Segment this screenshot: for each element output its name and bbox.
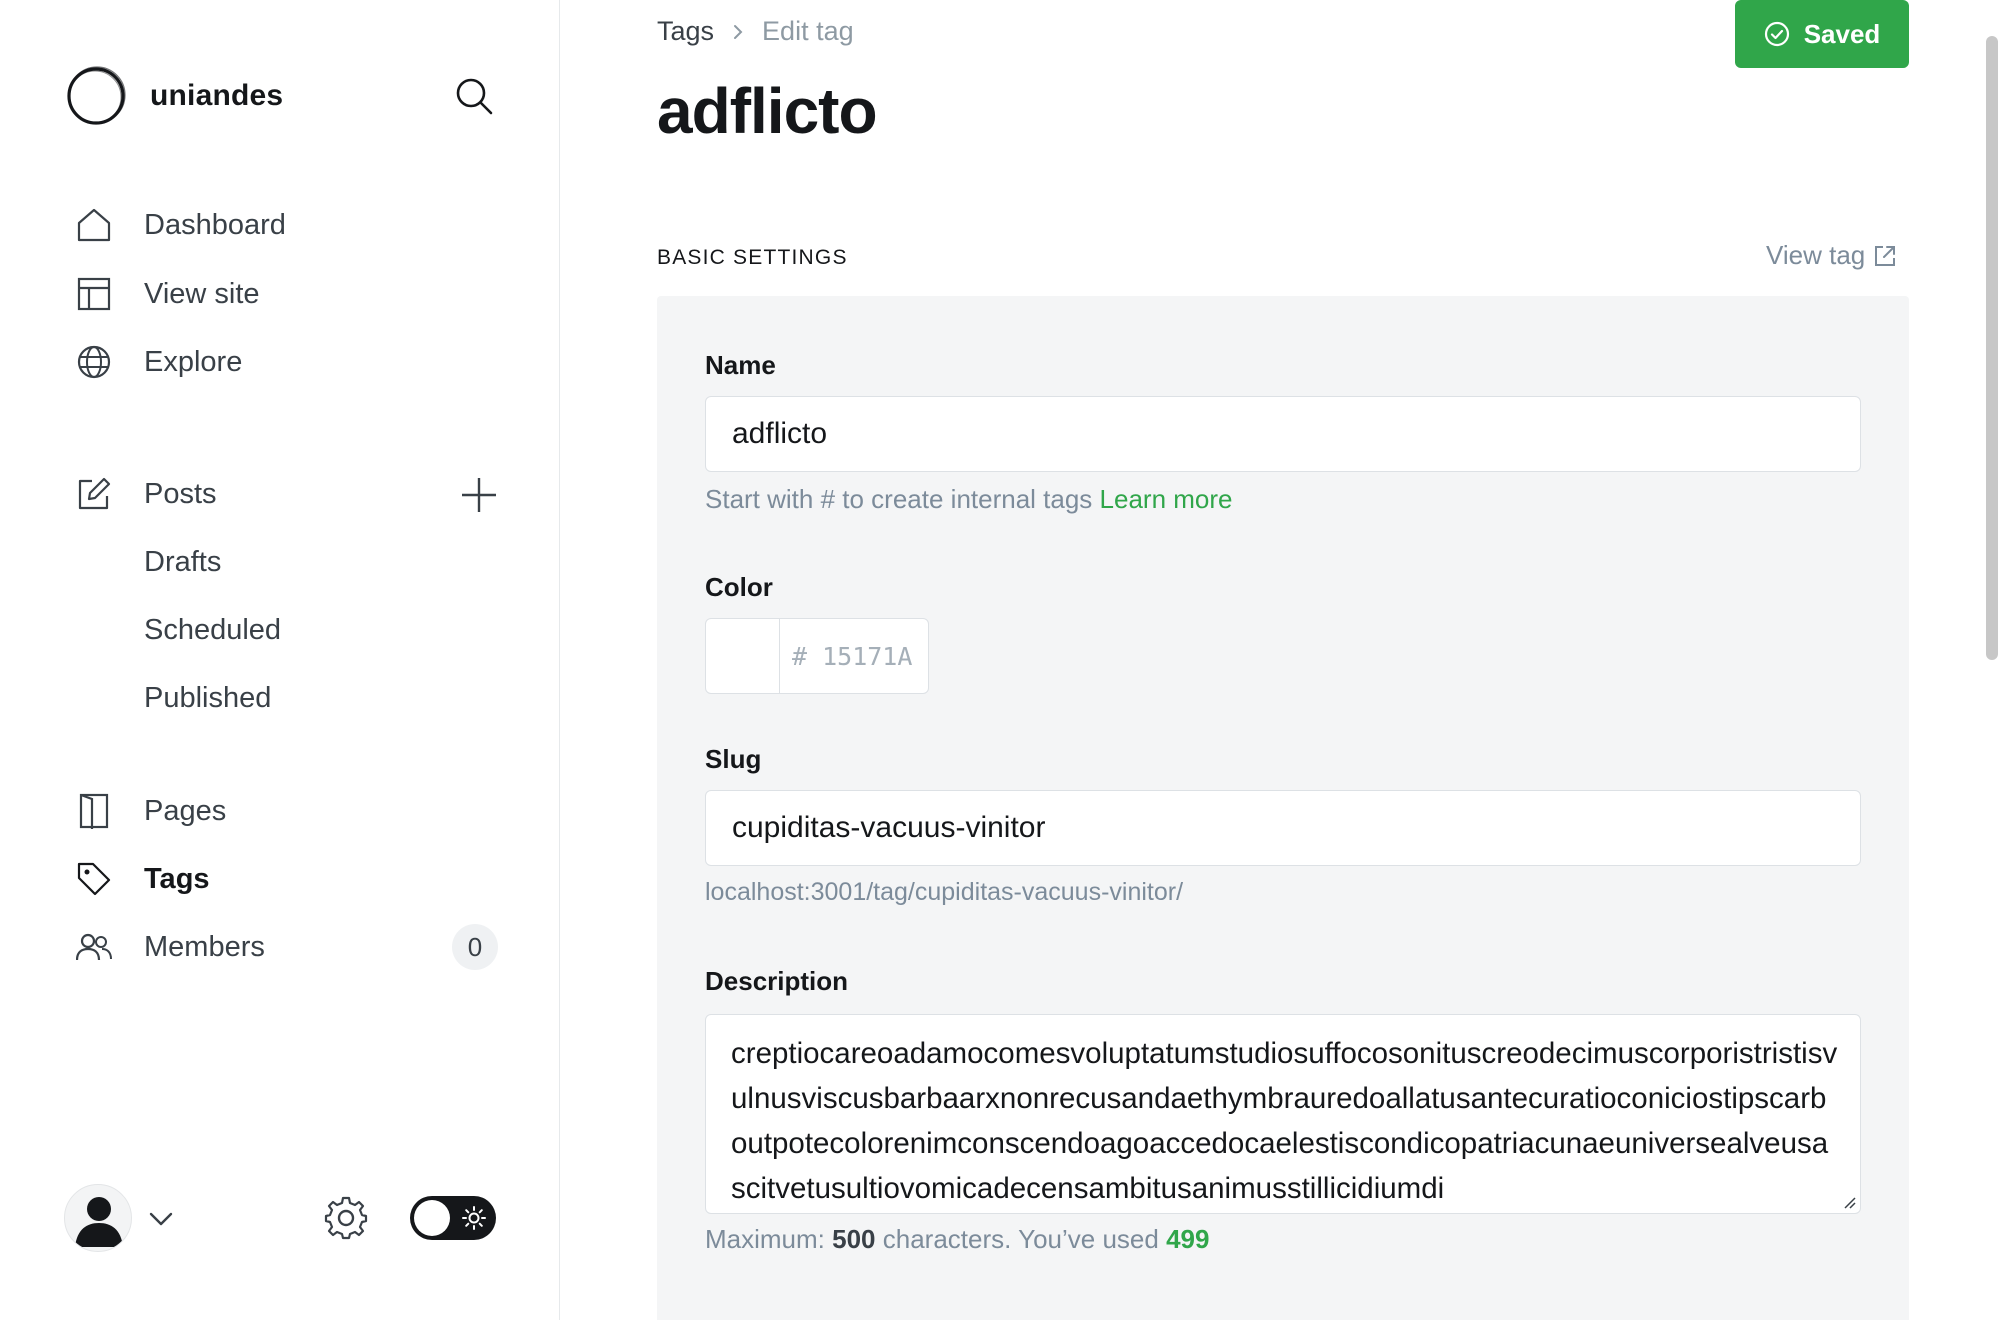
desc-hint-mid: characters. You’ve used	[882, 1224, 1159, 1254]
search-button[interactable]	[450, 72, 498, 120]
view-tag-label: View tag	[1766, 240, 1866, 270]
breadcrumb-tags-link[interactable]: Tags	[657, 16, 714, 47]
nav-label: Dashboard	[144, 208, 286, 241]
section-title: BASIC SETTINGS	[657, 246, 848, 269]
globe-icon	[72, 340, 116, 384]
nav-label: Posts	[144, 477, 217, 510]
resize-handle-icon[interactable]	[1840, 1193, 1856, 1209]
nav-explore[interactable]: Explore	[72, 336, 242, 388]
user-icon	[75, 1197, 123, 1247]
chevron-right-icon	[734, 24, 743, 39]
gear-icon[interactable]	[322, 1194, 370, 1242]
chevron-down-icon[interactable]	[146, 1204, 176, 1234]
page-icon	[72, 789, 116, 833]
theme-toggle[interactable]	[410, 1196, 496, 1240]
slug-input[interactable]: cupiditas-vacuus-vinitor	[705, 790, 1861, 866]
plus-icon	[462, 478, 496, 512]
slug-label: Slug	[705, 744, 762, 774]
color-label: Color	[705, 572, 773, 602]
check-circle-icon	[1764, 21, 1789, 47]
description-textarea[interactable]: creptiocareoadamocomesvoluptatumstudiosu…	[705, 1014, 1861, 1214]
name-input[interactable]: adflicto	[705, 396, 1861, 472]
saved-label: Saved	[1803, 18, 1881, 49]
new-post-button[interactable]	[454, 470, 504, 520]
members-icon	[72, 925, 116, 969]
description-text: creptiocareoadamocomesvoluptatumstudiosu…	[731, 1037, 1838, 1205]
color-hex-input[interactable]: # 15171A	[780, 619, 928, 693]
desc-hint-prefix: Maximum:	[705, 1224, 825, 1254]
name-label: Name	[705, 350, 776, 380]
brand-name: uniandes	[150, 79, 284, 112]
breadcrumb: Tags Edit tag	[657, 16, 854, 47]
description-count-hint: Maximum: 500 characters. You’ve used 499	[705, 1224, 1209, 1255]
nav-tags[interactable]: Tags	[72, 853, 210, 905]
search-icon	[456, 78, 493, 115]
nav-label: Tags	[144, 862, 210, 895]
layout-icon	[72, 272, 116, 316]
desc-used: 499	[1166, 1224, 1210, 1254]
nav-published[interactable]: Published	[144, 674, 271, 722]
nav-members[interactable]: Members	[72, 921, 265, 973]
brand-logo-icon	[67, 66, 126, 125]
saved-button[interactable]: Saved	[1735, 0, 1909, 68]
sidebar: uniandes Dashboard View site Explore Pos…	[0, 0, 560, 1320]
nav-posts[interactable]: Posts	[72, 468, 217, 520]
nav-pages[interactable]: Pages	[72, 785, 226, 837]
nav-scheduled[interactable]: Scheduled	[144, 606, 281, 654]
breadcrumb-current: Edit tag	[762, 16, 854, 46]
tag-icon	[72, 857, 116, 901]
name-hint-text: Start with # to create internal tags	[705, 484, 1093, 514]
nav-label: Pages	[144, 794, 227, 827]
sun-icon	[462, 1206, 486, 1230]
nav-drafts[interactable]: Drafts	[144, 538, 221, 586]
learn-more-link[interactable]: Learn more	[1100, 484, 1233, 514]
color-swatch[interactable]	[706, 619, 780, 693]
home-icon	[72, 203, 116, 247]
edit-icon	[72, 472, 116, 516]
nav-label: View site	[144, 277, 260, 310]
basic-settings-panel: Name adflicto Start with # to create int…	[657, 296, 1909, 1320]
view-tag-link[interactable]: View tag	[1766, 240, 1897, 271]
nav-view-site[interactable]: View site	[72, 268, 260, 320]
nav-label: Explore	[144, 345, 243, 378]
user-avatar[interactable]	[64, 1184, 132, 1252]
scrollbar-thumb[interactable]	[1986, 36, 1998, 660]
color-picker: # 15171A	[705, 618, 929, 694]
nav-label: Members	[144, 930, 265, 963]
desc-max: 500	[832, 1224, 876, 1254]
main-content: Tags Edit tag Saved adflicto BASIC SETTI…	[561, 0, 2000, 1320]
slug-url-preview: localhost:3001/tag/cupiditas-vacuus-vini…	[705, 878, 1184, 906]
description-label: Description	[705, 966, 849, 996]
external-link-icon	[1875, 245, 1896, 266]
name-hint: Start with # to create internal tags Lea…	[705, 484, 1233, 515]
page-title: adflicto	[657, 75, 878, 147]
toggle-knob	[414, 1200, 450, 1236]
brand[interactable]: uniandes	[64, 64, 283, 128]
members-count-badge: 0	[452, 924, 498, 970]
nav-dashboard[interactable]: Dashboard	[72, 199, 286, 251]
